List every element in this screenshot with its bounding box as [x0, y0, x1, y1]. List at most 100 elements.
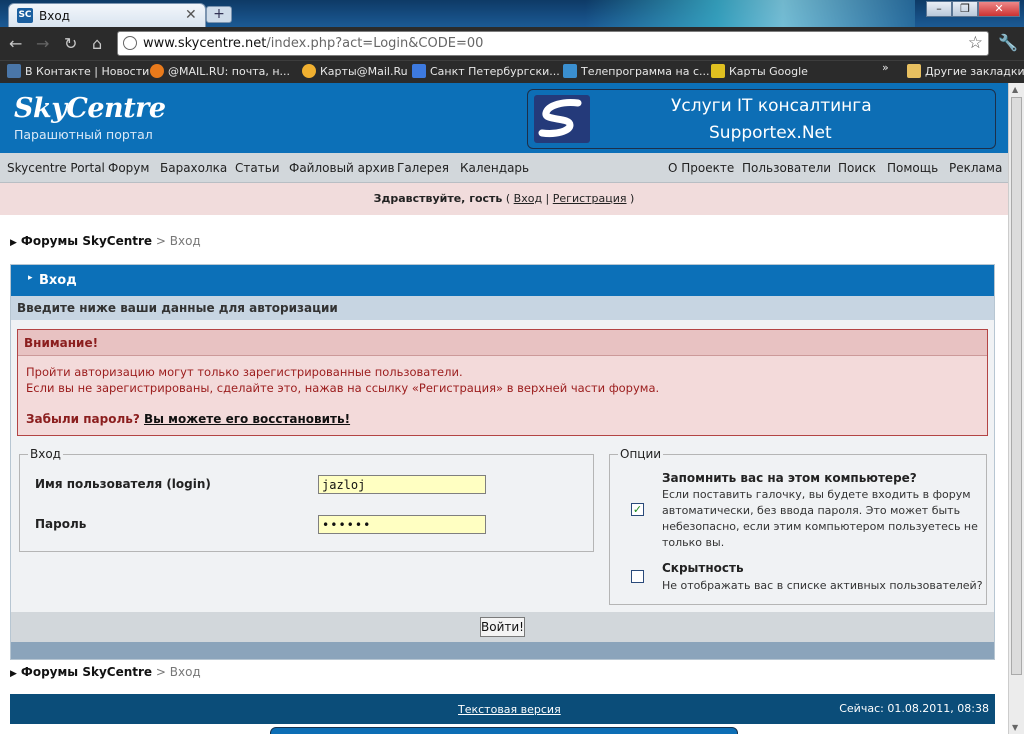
scroll-down-icon[interactable]: ▼ — [1012, 723, 1018, 732]
forward-icon[interactable]: → — [36, 34, 49, 53]
bookmark-item[interactable]: Санкт Петербургски... — [412, 64, 560, 78]
welcome-bar: Здравствуйте, гость ( Вход | Регистрация… — [0, 183, 1008, 215]
address-bar[interactable]: www.skycentre.net/index.php?act=Login&CO… — [117, 31, 989, 56]
warning-line1: Пройти авторизацию могут только зарегист… — [26, 365, 463, 379]
current-time: Сейчас: 01.08.2011, 08:38 — [839, 702, 989, 715]
supportex-logo-icon — [534, 95, 590, 143]
tab-title: Вход — [39, 9, 70, 23]
spb-icon — [412, 64, 426, 78]
other-bookmarks[interactable]: Другие закладки — [907, 64, 1024, 78]
login-panel-subtitle: Введите ниже ваши данные для авторизации — [11, 296, 994, 320]
bookmark-item[interactable]: @MAIL.RU: почта, н... — [150, 64, 290, 78]
nav-item-forum[interactable]: Форум — [108, 161, 149, 175]
nav-item-about[interactable]: О Проекте — [668, 161, 734, 175]
warning-line2: Если вы не зарегистрированы, сделайте эт… — [26, 381, 660, 395]
reload-icon[interactable]: ↻ — [64, 34, 77, 53]
login-fieldset-legend: Вход — [30, 447, 61, 461]
browser-toolbar: ← → ↻ ⌂ www.skycentre.net/index.php?act=… — [0, 27, 1024, 60]
vertical-scrollbar[interactable]: ▲ ▼ — [1008, 83, 1024, 734]
bookmarks-bar: В Контакте | Новости @MAIL.RU: почта, н.… — [0, 60, 1024, 83]
register-link[interactable]: Регистрация — [553, 192, 627, 205]
remember-title: Запомнить вас на этом компьютере? — [662, 471, 917, 485]
banner-line1: Услуги IT консалтинга — [671, 96, 872, 116]
restore-password-link[interactable]: Вы можете его восстановить! — [144, 412, 350, 426]
site-footer: Текстовая версия Сейчас: 01.08.2011, 08:… — [10, 694, 995, 724]
maps-mailru-icon — [302, 64, 316, 78]
site-tagline: Парашютный портал — [14, 127, 153, 142]
window-titlebar: SC Вход ✕ + – ❐ ✕ — [0, 0, 1024, 27]
hidden-title: Скрытность — [662, 561, 744, 575]
nav-item-search[interactable]: Поиск — [838, 161, 876, 175]
wrench-icon[interactable]: 🔧 — [998, 33, 1018, 52]
login-link[interactable]: Вход — [514, 192, 542, 205]
site-favicon-icon: SC — [17, 8, 33, 23]
remember-checkbox[interactable]: ✓ — [631, 503, 644, 516]
back-icon[interactable]: ← — [9, 34, 22, 53]
bookmark-item[interactable]: Карты@Mail.Ru — [302, 64, 408, 78]
bookmark-star-icon[interactable]: ☆ — [968, 33, 983, 53]
tab-close-icon[interactable]: ✕ — [185, 7, 197, 23]
nav-item-market[interactable]: Барахолка — [160, 161, 227, 175]
password-label: Пароль — [35, 517, 87, 531]
hidden-desc: Не отображать вас в списке активных поль… — [662, 579, 983, 592]
options-fieldset-legend: Опции — [620, 447, 662, 461]
welcome-text: Здравствуйте, гость — [373, 192, 503, 205]
scrollbar-thumb[interactable] — [1011, 97, 1022, 675]
username-label: Имя пользователя (login) — [35, 477, 211, 491]
breadcrumb: ▶ Форумы SkyCentre > Вход — [10, 234, 201, 248]
nav-item-articles[interactable]: Статьи — [235, 161, 280, 175]
url-host: www.skycentre.net — [143, 36, 267, 51]
login-submit-button[interactable]: Войти! — [480, 617, 525, 637]
site-header: SkyCentre Парашютный портал Услуги IT ко… — [0, 83, 1008, 153]
banner-line2: Supportex.Net — [709, 123, 832, 143]
site-logo[interactable]: SkyCentre — [14, 93, 166, 124]
scroll-up-icon[interactable]: ▲ — [1012, 85, 1018, 94]
login-panel: ▸ Вход Введите ниже ваши данные для авто… — [10, 264, 995, 660]
bookmark-item[interactable]: В Контакте | Новости — [7, 64, 149, 78]
bookmark-item[interactable]: Карты Google — [711, 64, 808, 78]
new-tab-button[interactable]: + — [206, 6, 232, 23]
forgot-password: Забыли пароль? Вы можете его восстановит… — [26, 412, 351, 426]
arrow-icon: ▸ — [28, 273, 33, 283]
nav-item-gallery[interactable]: Галерея — [397, 161, 449, 175]
breadcrumb-current: Вход — [169, 234, 201, 248]
ad-banner[interactable]: Услуги IT консалтинга Supportex.Net — [527, 89, 996, 149]
nav-item-calendar[interactable]: Календарь — [460, 161, 529, 175]
username-input[interactable]: jazloj — [318, 475, 486, 494]
nav-item-portal[interactable]: Skycentre Portal — [7, 161, 105, 175]
panel-footer — [11, 642, 994, 659]
hidden-checkbox[interactable] — [631, 570, 644, 583]
web-page: SkyCentre Парашютный портал Услуги IT ко… — [0, 83, 1008, 734]
minimize-button[interactable]: – — [926, 1, 952, 17]
theme-artwork — [585, 0, 915, 27]
home-icon[interactable]: ⌂ — [92, 34, 102, 53]
login-fieldset: Вход — [19, 447, 594, 552]
password-input[interactable]: •••••• — [318, 515, 486, 534]
login-panel-header: ▸ Вход — [11, 265, 994, 296]
nav-item-users[interactable]: Пользователи — [742, 161, 831, 175]
nav-item-help[interactable]: Помощь — [887, 161, 938, 175]
bottom-banner[interactable] — [270, 727, 738, 734]
breadcrumb-root[interactable]: Форумы SkyCentre — [21, 665, 152, 679]
maximize-button[interactable]: ❐ — [952, 1, 978, 17]
globe-icon — [123, 36, 137, 50]
main-nav: Skycentre Portal Форум Барахолка Статьи … — [0, 153, 1008, 183]
remember-desc-4: только вы. — [662, 536, 725, 549]
breadcrumb-root[interactable]: Форумы SkyCentre — [21, 234, 152, 248]
bookmark-item[interactable]: Телепрограмма на с... — [563, 64, 710, 78]
browser-tab[interactable]: SC Вход ✕ — [8, 3, 206, 27]
url-path: /index.php?act=Login&CODE=00 — [266, 36, 484, 51]
close-window-button[interactable]: ✕ — [978, 1, 1020, 17]
nav-item-ads[interactable]: Реклама — [949, 161, 1002, 175]
google-maps-icon — [711, 64, 725, 78]
bookmarks-overflow-icon[interactable]: » — [882, 61, 889, 74]
folder-icon — [907, 64, 921, 78]
vk-icon — [7, 64, 21, 78]
text-version-link[interactable]: Текстовая версия — [458, 703, 561, 716]
nav-item-files[interactable]: Файловый архив — [289, 161, 395, 175]
breadcrumb-current: Вход — [169, 665, 201, 679]
breadcrumb-arrow-icon: ▶ — [10, 669, 17, 679]
login-panel-title: Вход — [39, 273, 77, 288]
warning-box: Внимание! Пройти авторизацию могут тольк… — [17, 329, 988, 436]
breadcrumb-bottom: ▶ Форумы SkyCentre > Вход — [10, 665, 201, 679]
